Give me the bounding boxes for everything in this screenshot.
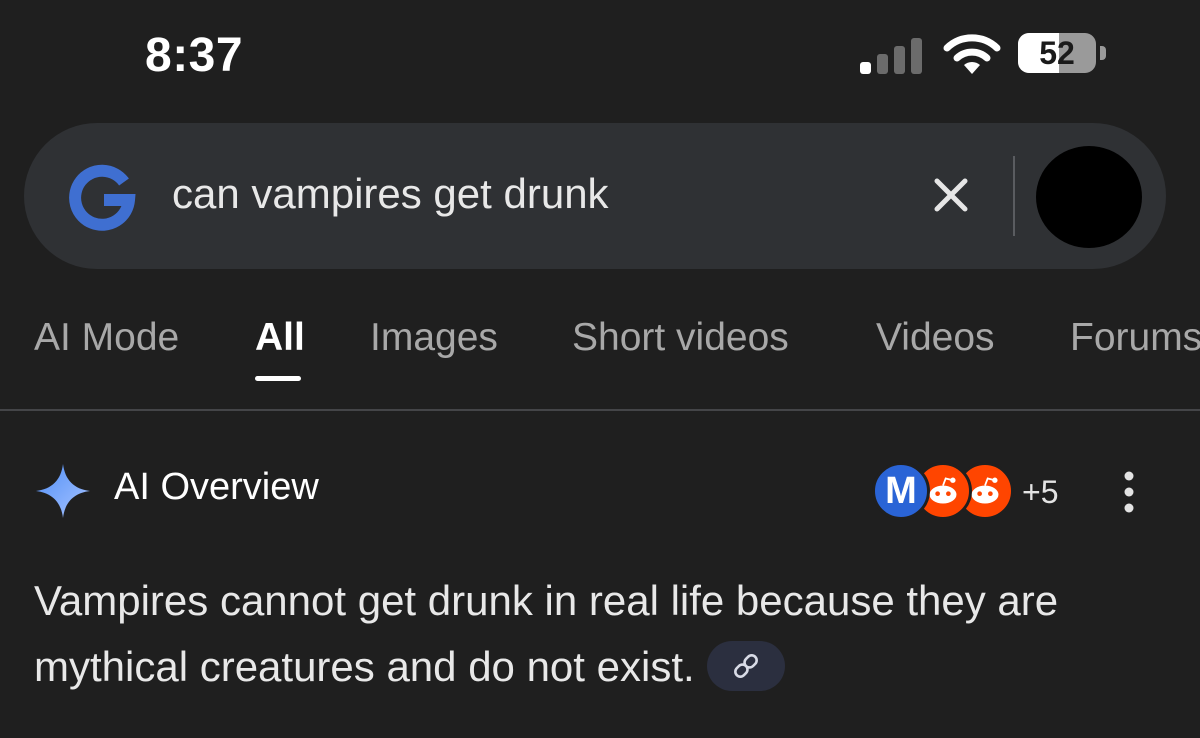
tab-short-videos[interactable]: Short videos [572, 316, 789, 360]
more-sources-count[interactable]: +5 [1022, 474, 1058, 511]
wifi-icon [943, 34, 1001, 74]
tab-all[interactable]: All [255, 316, 305, 360]
avatar[interactable] [1036, 146, 1142, 248]
tab-ai-mode[interactable]: AI Mode [34, 316, 179, 360]
battery-icon: 52 [1018, 33, 1108, 75]
search-input[interactable]: can vampires get drunk [172, 170, 609, 218]
more-options-icon[interactable] [1114, 468, 1144, 516]
tabs-divider [0, 409, 1200, 411]
battery-level: 52 [1039, 35, 1075, 71]
close-icon[interactable] [926, 170, 976, 220]
tab-forums[interactable]: Forums [1070, 316, 1200, 360]
source-link-chip[interactable] [706, 640, 785, 691]
tab-videos[interactable]: Videos [876, 316, 995, 360]
ai-overview-title: AI Overview [114, 466, 319, 508]
source-m-icon[interactable]: M [872, 462, 930, 520]
status-time: 8:37 [145, 29, 244, 82]
sparkle-icon [36, 464, 90, 518]
ai-overview-answer: Vampires cannot get drunk in real life b… [34, 568, 1154, 700]
answer-text: Vampires cannot get drunk in real life b… [34, 577, 1059, 690]
active-tab-indicator [255, 376, 301, 381]
tab-images[interactable]: Images [370, 316, 498, 360]
signal-icon [860, 38, 922, 74]
link-icon [733, 653, 758, 678]
search-divider [1013, 156, 1015, 236]
google-g-icon [69, 164, 136, 231]
